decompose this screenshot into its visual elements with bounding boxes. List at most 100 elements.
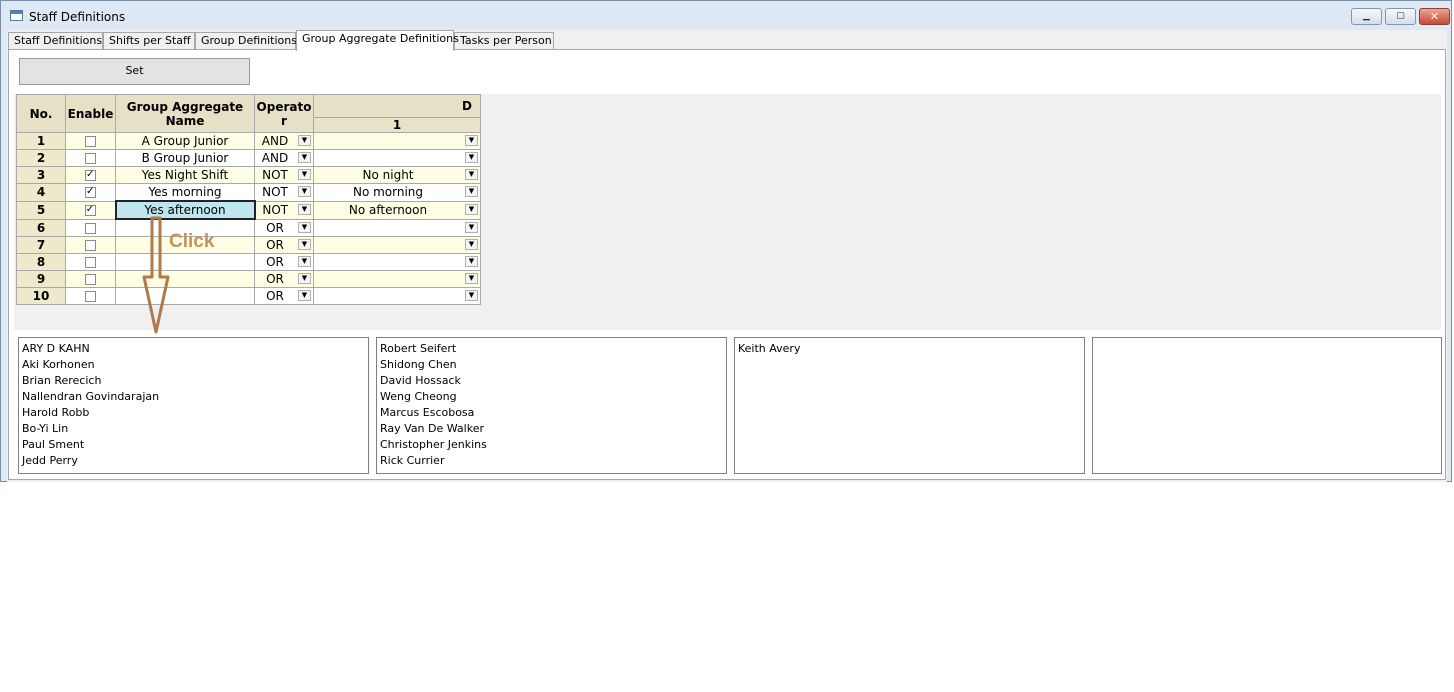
member-list-4[interactable] — [1092, 337, 1442, 474]
list-item[interactable]: Nallendran Govindarajan — [22, 389, 365, 405]
header-no: No. — [16, 94, 66, 133]
tab-group-aggregate-definitions[interactable]: Group Aggregate Definitions — [296, 30, 459, 51]
table-row[interactable]: 2B Group Junior AND ▼ ▼ — [16, 149, 481, 167]
enable-checkbox[interactable] — [85, 257, 96, 268]
enable-checkbox[interactable] — [85, 291, 96, 302]
chevron-down-icon[interactable]: ▼ — [465, 152, 478, 163]
table-row[interactable]: 9 OR ▼ ▼ — [16, 270, 481, 288]
table-row[interactable]: 6 OR ▼ ▼ — [16, 218, 481, 237]
d1-dropdown[interactable]: ▼ — [313, 287, 481, 305]
list-item[interactable]: ARY D KAHN — [22, 341, 365, 357]
list-item[interactable]: Jedd Perry — [22, 453, 365, 469]
list-item[interactable]: Keith Avery — [738, 341, 1081, 357]
table-row[interactable]: 10 OR ▼ ▼ — [16, 287, 481, 305]
table-row[interactable]: 5 Yes afternoonNOT▼ No afternoon ▼ — [16, 200, 481, 220]
d1-dropdown[interactable]: ▼ — [313, 149, 481, 167]
member-list-3[interactable]: Keith Avery — [734, 337, 1085, 474]
member-list-2[interactable]: Robert Seifert Shidong Chen David Hossack W… — [376, 337, 727, 474]
list-item[interactable]: Marcus Escobosa — [380, 405, 723, 421]
tab-staff-definitions[interactable]: Staff Definitions — [8, 32, 103, 50]
chevron-down-icon[interactable]: ▼ — [465, 239, 478, 250]
operator-dropdown[interactable]: NOT ▼ — [254, 166, 314, 184]
chevron-down-icon[interactable]: ▼ — [298, 152, 311, 163]
close-button[interactable]: ✕ — [1419, 8, 1450, 25]
operator-dropdown[interactable]: OR ▼ — [254, 236, 314, 254]
d1-dropdown[interactable]: ▼ — [313, 132, 481, 150]
chevron-down-icon[interactable]: ▼ — [298, 273, 311, 284]
list-item[interactable]: Brian Rerecich — [22, 373, 365, 389]
list-item[interactable]: Bo-Yi Lin — [22, 421, 365, 437]
member-list-1[interactable]: ARY D KAHN Aki Korhonen Brian Rerecich Nall… — [18, 337, 369, 474]
list-item[interactable]: Christopher Jenkins — [380, 437, 723, 453]
chevron-down-icon[interactable]: ▼ — [465, 256, 478, 267]
group-name-cell[interactable]: Yes morning — [115, 183, 255, 202]
enable-checkbox[interactable] — [85, 187, 96, 199]
chevron-down-icon[interactable]: ▼ — [298, 169, 311, 180]
chevron-down-icon[interactable]: ▼ — [298, 204, 311, 215]
d1-dropdown[interactable]: ▼ — [313, 236, 481, 254]
table-row[interactable]: 7 OR ▼ ▼ — [16, 236, 481, 254]
enable-checkbox[interactable] — [84, 205, 96, 216]
enable-checkbox[interactable] — [85, 240, 96, 251]
d1-dropdown[interactable]: ▼ — [313, 218, 481, 237]
enable-checkbox[interactable] — [85, 222, 96, 234]
operator-dropdown[interactable]: OR ▼ — [254, 270, 314, 288]
table-row[interactable]: 8 OR ▼ ▼ — [16, 253, 481, 271]
group-name-cell[interactable]: Yes afternoon — [114, 200, 256, 220]
d1-dropdown[interactable]: No night ▼ — [313, 166, 481, 184]
group-name-cell[interactable] — [115, 253, 255, 271]
list-item[interactable]: Shidong Chen — [380, 357, 723, 373]
chevron-down-icon[interactable]: ▼ — [465, 221, 478, 233]
set-button[interactable]: Set — [19, 58, 250, 85]
chevron-down-icon[interactable]: ▼ — [465, 204, 478, 215]
tab-shifts-per-staff[interactable]: Shifts per Staff — [103, 32, 195, 50]
operator-dropdown[interactable]: AND ▼ — [254, 149, 314, 167]
operator-dropdown[interactable]: AND ▼ — [254, 132, 314, 150]
list-item[interactable]: Rick Currier — [380, 453, 723, 469]
operator-dropdown[interactable]: NOT ▼ — [254, 200, 314, 220]
chevron-down-icon[interactable]: ▼ — [298, 239, 311, 250]
chevron-down-icon[interactable]: ▼ — [465, 135, 478, 146]
group-name-cell[interactable] — [115, 287, 255, 305]
list-item[interactable]: Harold Robb — [22, 405, 365, 421]
operator-dropdown[interactable]: NOT ▼ — [254, 183, 314, 202]
operator-dropdown[interactable]: OR ▼ — [254, 253, 314, 271]
enable-checkbox[interactable] — [85, 170, 96, 181]
d1-dropdown[interactable]: No morning ▼ — [313, 183, 481, 202]
chevron-down-icon[interactable]: ▼ — [298, 290, 311, 301]
list-item[interactable]: Ray Van De Walker — [380, 421, 723, 437]
tab-group-definitions[interactable]: Group Definitions — [195, 32, 297, 50]
chevron-down-icon[interactable]: ▼ — [298, 256, 311, 267]
list-item[interactable]: David Hossack — [380, 373, 723, 389]
minimize-button[interactable]: ▁ — [1351, 8, 1382, 25]
d1-dropdown[interactable]: ▼ — [313, 270, 481, 288]
list-item[interactable]: Weng Cheong — [380, 389, 723, 405]
operator-dropdown[interactable]: OR ▼ — [254, 287, 314, 305]
enable-checkbox[interactable] — [85, 274, 96, 285]
chevron-down-icon[interactable]: ▼ — [465, 290, 478, 301]
list-item[interactable]: Robert Seifert — [380, 341, 723, 357]
table-row[interactable]: 4 Yes morningNOT▼ No morning ▼ — [16, 183, 481, 202]
operator-dropdown[interactable]: OR ▼ — [254, 218, 314, 237]
group-name-cell[interactable]: Yes Night Shift — [115, 166, 255, 184]
group-name-cell[interactable] — [115, 270, 255, 288]
chevron-down-icon[interactable]: ▼ — [298, 135, 311, 146]
table-row[interactable]: 3 Yes Night ShiftNOT▼ No night ▼ — [16, 166, 481, 184]
maximize-button[interactable]: ▢ — [1385, 8, 1416, 25]
chevron-down-icon[interactable]: ▼ — [298, 186, 311, 198]
enable-checkbox[interactable] — [85, 153, 96, 164]
chevron-down-icon[interactable]: ▼ — [465, 273, 478, 284]
title-bar[interactable]: Staff Definitions ▁ ▢ ✕ — [1, 1, 1453, 29]
list-item[interactable]: Paul Sment — [22, 437, 365, 453]
group-name-cell[interactable]: B Group Junior — [115, 149, 255, 167]
table-row[interactable]: 1A Group Junior AND ▼ ▼ — [16, 132, 481, 150]
d1-dropdown[interactable]: ▼ — [313, 253, 481, 271]
group-name-cell[interactable]: A Group Junior — [115, 132, 255, 150]
d1-dropdown[interactable]: No afternoon ▼ — [313, 200, 481, 220]
chevron-down-icon[interactable]: ▼ — [465, 186, 478, 198]
tab-tasks-per-person[interactable]: Tasks per Person — [454, 32, 554, 50]
chevron-down-icon[interactable]: ▼ — [465, 169, 478, 180]
enable-checkbox[interactable] — [85, 136, 96, 147]
list-item[interactable]: Aki Korhonen — [22, 357, 365, 373]
chevron-down-icon[interactable]: ▼ — [298, 221, 311, 233]
